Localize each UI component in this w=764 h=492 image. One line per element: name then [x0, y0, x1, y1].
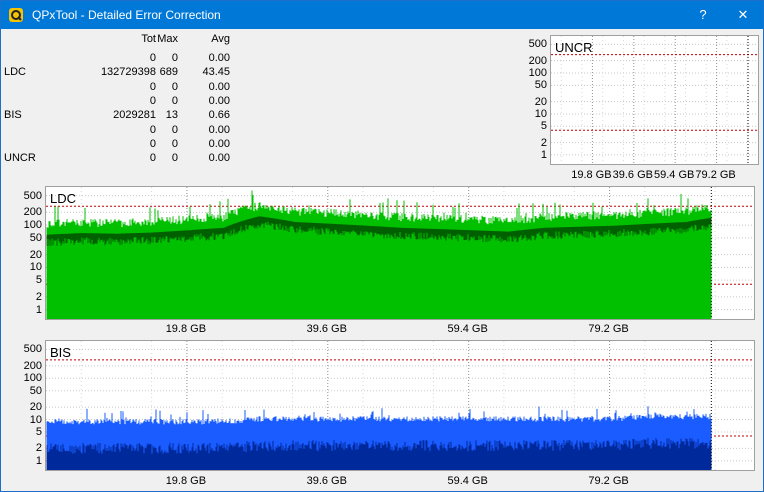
ldc-y-tick-label: 50 [29, 231, 42, 244]
ldc-y-tick-label: 500 [23, 189, 42, 202]
uncr-chart-title: UNCR [555, 40, 593, 55]
stats-cell-max: 13 [165, 109, 178, 122]
uncr-y-tick-label: 1 [540, 148, 547, 161]
uncr-plot [551, 36, 758, 164]
ldc-y-tick-label: 10 [29, 261, 42, 274]
stats-cell-max: 0 [171, 94, 178, 107]
stats-cell-max: 0 [171, 152, 178, 165]
bis-chart-title: BIS [50, 345, 71, 360]
qpxtool-logo-icon [9, 8, 23, 22]
stats-cell-max: 0 [171, 80, 178, 93]
bis-chart: BIS [45, 340, 755, 471]
ldc-chart-title: LDC [50, 191, 77, 206]
ldc-y-tick-label: 20 [29, 248, 42, 261]
ldc-y-tick-label: 5 [35, 274, 42, 287]
bis-series [46, 406, 712, 470]
window-title: QPxTool - Detailed Error Correction [32, 8, 221, 22]
stats-cell-avg: 0.00 [208, 94, 230, 107]
stats-cell-avg: 0.66 [208, 109, 230, 122]
uncr-y-tick-label: 2 [540, 136, 547, 149]
stats-cell-avg: 0.00 [208, 80, 230, 93]
ldc-chart: LDC [45, 186, 755, 320]
bis-x-tick-label: 39.6 GB [306, 475, 347, 487]
help-button[interactable]: ? [683, 1, 723, 29]
ldc-x-tick-label: 59.4 GB [447, 323, 488, 335]
ldc-plot [46, 187, 754, 319]
ldc-y-tick-label: 1 [35, 303, 42, 316]
app-window: QPxTool - Detailed Error Correction ? ✕ … [0, 0, 764, 492]
bis-y-tick-label: 10 [29, 413, 42, 426]
bis-plot [46, 341, 754, 470]
stats-cell-avg: 0.00 [208, 137, 230, 150]
bis-y-tick-label: 200 [23, 359, 42, 372]
ldc-y-tick-label: 100 [23, 219, 42, 232]
ldc-series [46, 190, 712, 319]
uncr-y-tick-label: 500 [528, 38, 547, 51]
bis-y-tick-label: 5 [35, 425, 42, 438]
uncr-y-tick-label: 5 [540, 120, 547, 133]
uncr-y-tick-label: 20 [534, 95, 547, 108]
bis-y-tick-label: 20 [29, 401, 42, 414]
close-button[interactable]: ✕ [723, 1, 763, 29]
uncr-y-tick-label: 100 [528, 66, 547, 79]
uncr-y-tick-label: 50 [534, 79, 547, 92]
stats-cell-avg: 0.00 [208, 152, 230, 165]
title-bar[interactable]: QPxTool - Detailed Error Correction ? ✕ [1, 1, 763, 29]
uncr-x-tick-label: 79.2 GB [695, 169, 736, 181]
bis-x-tick-label: 79.2 GB [588, 475, 629, 487]
stats-cell-max: 689 [159, 66, 178, 79]
uncr-chart: UNCR [550, 35, 759, 165]
bis-y-tick-label: 2 [35, 442, 42, 455]
bis-y-tick-label: 1 [35, 454, 42, 467]
bis-x-tick-label: 19.8 GB [165, 475, 207, 487]
ldc-x-tick-label: 19.8 GB [165, 323, 207, 335]
stats-cell-max: 0 [171, 137, 178, 150]
bis-y-tick-label: 100 [23, 372, 42, 385]
stats-header-avg: Avg [211, 33, 230, 45]
stats-cell-avg: 43.45 [202, 66, 230, 79]
bis-x-tick-label: 59.4 GB [447, 475, 488, 487]
bis-y-tick-label: 500 [23, 343, 42, 356]
ldc-x-tick-label: 79.2 GB [588, 323, 629, 335]
stats-cell-max: 0 [171, 52, 178, 64]
uncr-y-tick-label: 200 [528, 54, 547, 67]
ldc-y-tick-label: 200 [23, 206, 42, 219]
stats-header-max: Max [157, 33, 178, 45]
ldc-x-tick-label: 39.6 GB [306, 323, 347, 335]
ldc-y-tick-label: 2 [35, 290, 42, 303]
stats-cell-avg: 0.00 [208, 123, 230, 136]
uncr-y-tick-label: 10 [534, 107, 547, 120]
stats-cell-max: 0 [171, 123, 178, 136]
stats-cell-avg: 0.00 [208, 52, 230, 64]
stats-table: Tot Max Avg 0 0 0.00 LDC 132729398 689 43.45 0 0 0.0… [4, 33, 262, 165]
bis-y-tick-label: 50 [29, 384, 42, 397]
